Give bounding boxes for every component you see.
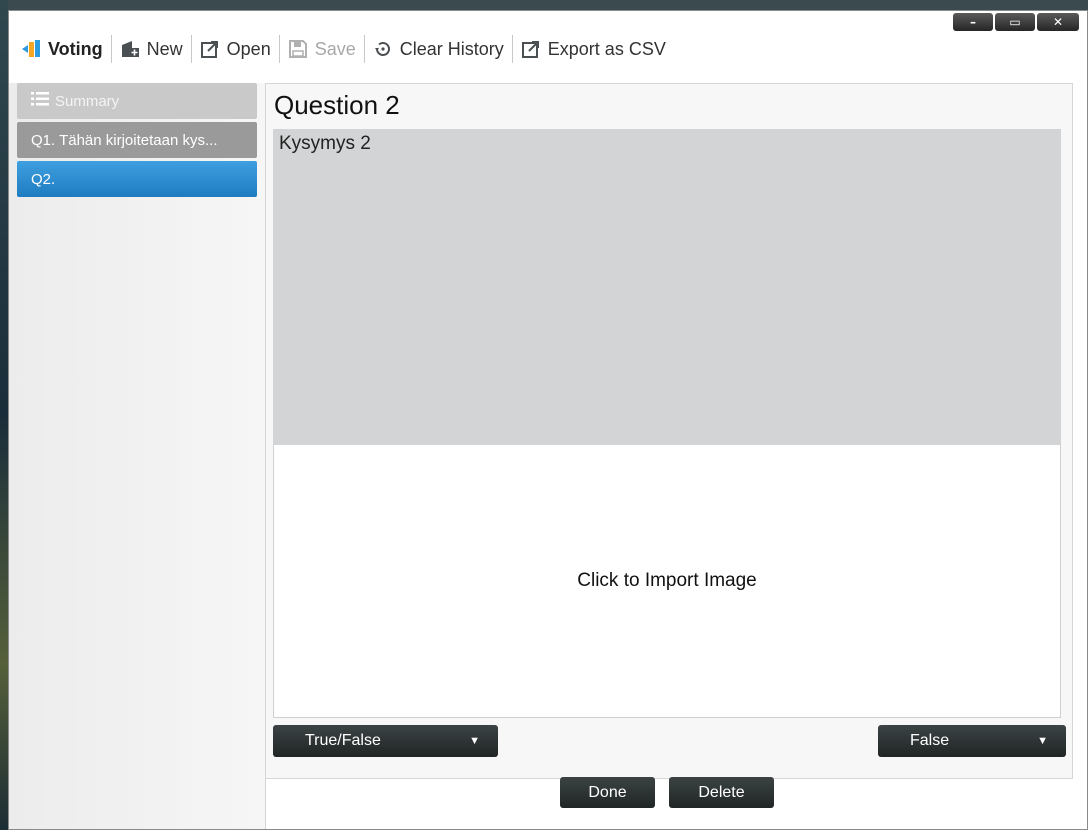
chevron-down-icon: ▼ [1037,735,1048,747]
new-label: New [146,38,183,59]
desktop-background-left [0,0,8,830]
answer-dropdown[interactable]: False ▼ [878,725,1066,757]
new-button[interactable]: New [112,39,191,60]
delete-button[interactable]: Delete [669,777,774,808]
voting-icon [21,39,41,59]
export-icon [521,39,541,59]
desktop-background-top [0,0,1088,10]
brand-label: Voting [48,38,103,59]
new-icon [120,39,140,59]
sidebar-item-label: Q1. Tähän kirjoitetaan kys... [31,131,218,149]
export-csv-button[interactable]: Export as CSV [513,39,674,60]
open-button[interactable]: Open [192,39,279,60]
chevron-down-icon: ▼ [469,735,480,747]
sidebar-item-label: Q2. [31,170,56,188]
import-image-label: Click to Import Image [577,570,757,591]
open-icon [200,39,220,59]
history-icon [373,39,393,59]
voting-window: – ▭ ✕ Voting New Open Save Clear History… [8,10,1088,830]
voting-brand: Voting [21,39,111,60]
done-button[interactable]: Done [560,777,655,808]
toolbar: Voting New Open Save Clear History Expor… [9,29,1087,69]
save-icon [288,39,308,59]
sidebar-item-q1[interactable]: Q1. Tähän kirjoitetaan kys... [17,122,257,158]
sidebar-item-label: Summary [55,92,120,110]
import-image-area[interactable]: Click to Import Image [273,445,1061,718]
answer-value: False [910,732,950,749]
question-type-dropdown[interactable]: True/False ▼ [273,725,498,757]
page-title: Question 2 [274,90,400,120]
question-editor: Question 2 Kysymys 2 Click to Import Ima… [265,83,1073,779]
sidebar-item-summary[interactable]: Summary [17,83,257,119]
list-icon [31,92,49,110]
save-label: Save [314,38,356,59]
question-type-value: True/False [305,732,381,749]
clear-history-label: Clear History [399,38,504,59]
export-label: Export as CSV [547,38,666,59]
save-button[interactable]: Save [280,39,364,60]
question-sidebar: Summary Q1. Tähän kirjoitetaan kys... Q2… [9,83,266,829]
sidebar-item-q2[interactable]: Q2. [17,161,257,197]
question-text-field[interactable]: Kysymys 2 [273,129,1061,445]
open-label: Open [226,38,271,59]
clear-history-button[interactable]: Clear History [365,39,512,60]
